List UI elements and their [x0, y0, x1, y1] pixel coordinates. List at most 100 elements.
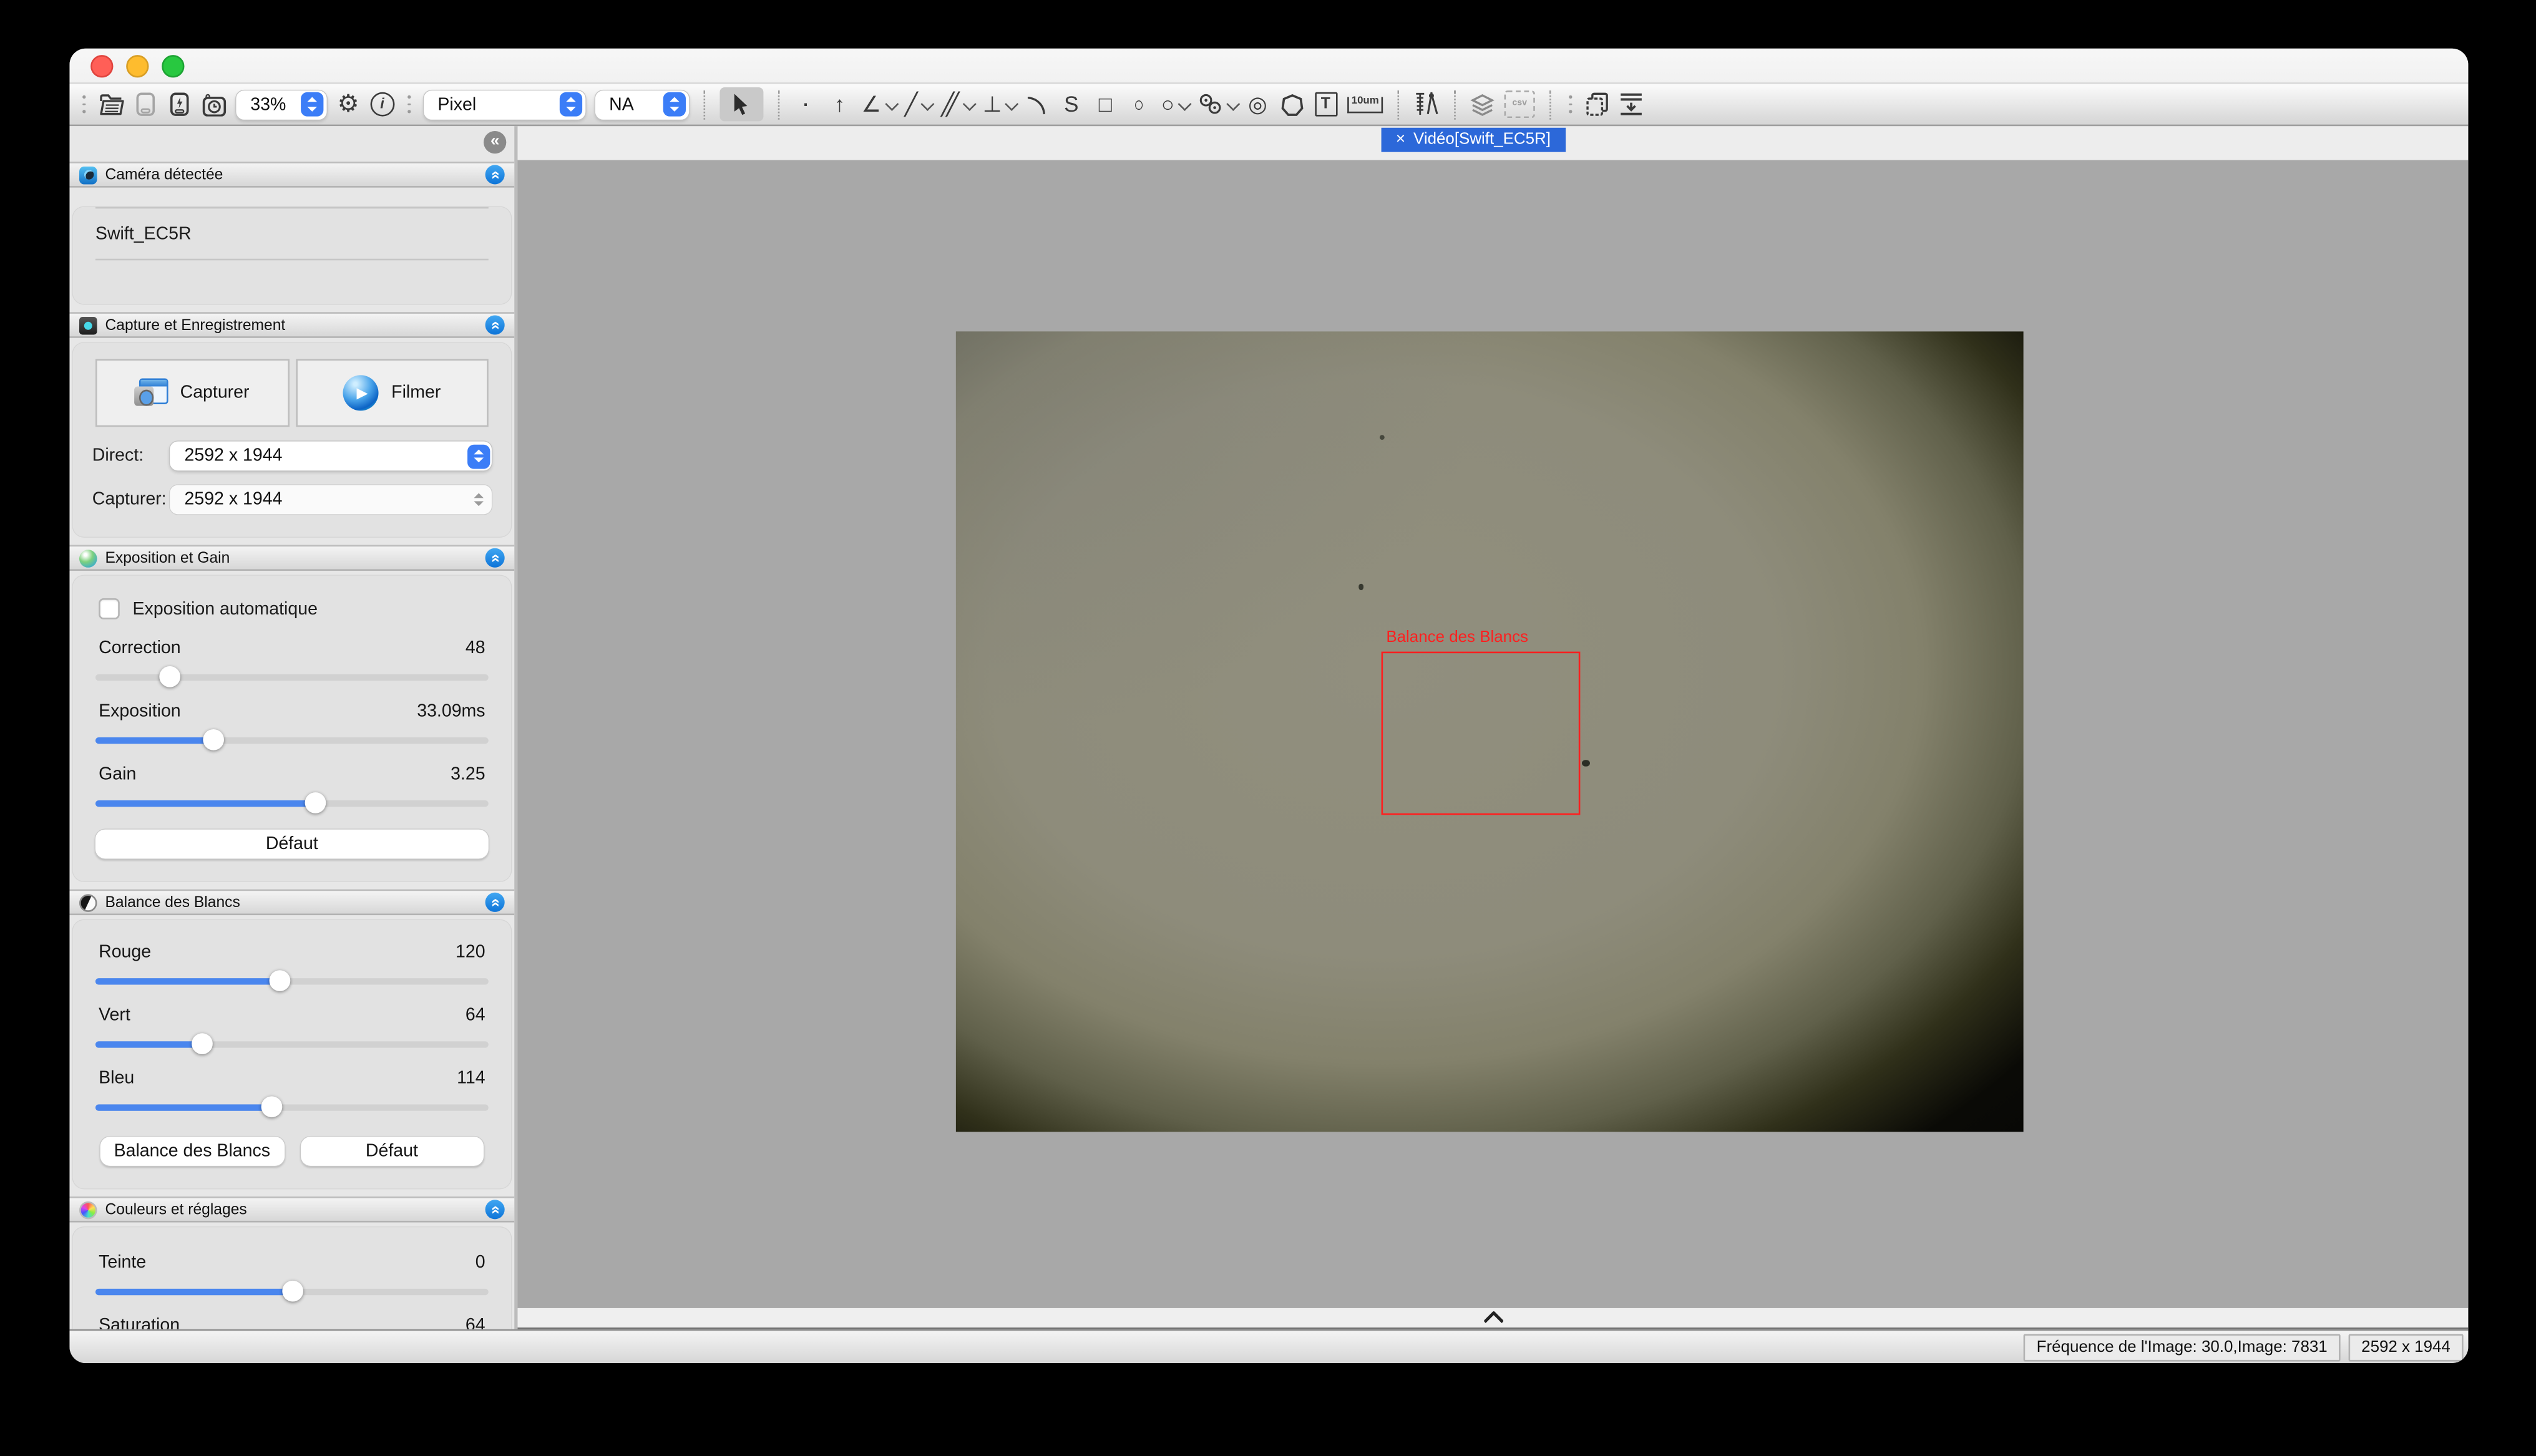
na-stepper[interactable] [663, 92, 686, 117]
capture-button[interactable]: Capturer [95, 359, 289, 427]
gain-slider[interactable] [95, 792, 489, 813]
white-balance-button[interactable]: Balance des Blancs [100, 1137, 284, 1166]
parallel-lines-tool[interactable]: ╱╱ [941, 88, 973, 120]
sidebar-collapse-button[interactable]: « [484, 131, 506, 153]
tab-close-icon[interactable]: × [1396, 132, 1405, 148]
slider-value: 64 [466, 1006, 485, 1025]
correction-slider[interactable] [95, 666, 489, 687]
panel-collapse-button[interactable]: « [485, 893, 505, 912]
ellipse-tool[interactable]: ○ [1127, 88, 1151, 120]
rectangle-tool[interactable]: □ [1093, 88, 1118, 120]
live-resolution-select[interactable]: 2592 x 1944 [170, 442, 492, 471]
slider-knob[interactable] [305, 792, 326, 813]
linked-circles-tool[interactable] [1197, 88, 1236, 120]
exposure-default-button[interactable]: Défaut [95, 830, 489, 859]
panel-header-camera-detectee[interactable]: Caméra détectée « [69, 162, 514, 187]
capture-resolution-select[interactable]: 2592 x 1944 [170, 485, 492, 515]
concentric-circles-tool[interactable]: ◎ [1246, 88, 1270, 120]
slider-knob[interactable] [160, 666, 181, 687]
panel-header-exposition[interactable]: Exposition et Gain « [69, 545, 514, 571]
panel-collapse-button[interactable]: « [485, 548, 505, 568]
duplicate-button[interactable] [1585, 88, 1609, 120]
bottom-panel-toggle[interactable] [517, 1308, 2468, 1329]
panel-collapse-button[interactable]: « [485, 315, 505, 334]
auto-exposure-checkbox[interactable] [99, 598, 120, 619]
statusbar: Fréquence de l'Image: 30.0,Image: 7831 2… [69, 1329, 2468, 1363]
measure-tool[interactable] [1413, 88, 1439, 120]
minimize-window-button[interactable] [126, 54, 149, 77]
slider-knob[interactable] [261, 1096, 283, 1117]
chevron-down-icon [922, 97, 934, 109]
settings-button[interactable]: ⚙ [336, 88, 361, 120]
slider-value: 33.09ms [417, 702, 485, 721]
export-down-icon [1619, 92, 1643, 117]
teinte-slider[interactable] [95, 1281, 489, 1302]
panel-collapse-button[interactable]: « [485, 165, 505, 184]
zoom-stepper[interactable] [301, 92, 324, 117]
white-balance-roi-rect[interactable] [1382, 652, 1581, 815]
na-select[interactable]: NA [595, 90, 688, 119]
slider-knob[interactable] [270, 970, 291, 991]
text-tool[interactable]: T [1314, 88, 1338, 120]
toolbar-separator [1549, 90, 1551, 119]
burst-save-button[interactable] [168, 88, 192, 120]
bleu-slider[interactable] [95, 1096, 489, 1117]
exposure-panel-body: Exposition automatique Correction 48 Exp… [73, 576, 511, 881]
save-button[interactable] [134, 88, 158, 120]
rouge-slider[interactable] [95, 970, 489, 991]
vert-slider[interactable] [95, 1033, 489, 1054]
perpendicular-tool[interactable]: ⊥ [983, 88, 1016, 120]
panel-header-balance-des-blancs[interactable]: Balance des Blancs « [69, 890, 514, 915]
point-icon: · [801, 91, 810, 117]
slider-label: Vert [99, 1006, 130, 1025]
camera-list-item[interactable]: Swift_EC5R [95, 207, 489, 261]
scalebar-tool[interactable]: 10um [1347, 88, 1383, 120]
angle-tool[interactable]: ∠ [861, 88, 894, 120]
merge-export-button[interactable] [1619, 88, 1643, 120]
toolbar-grip [1569, 96, 1572, 113]
slider-knob[interactable] [191, 1033, 212, 1054]
panel-collapse-button[interactable]: « [485, 1200, 505, 1219]
pointer-tool[interactable] [719, 87, 763, 121]
white-balance-roi-label: Balance des Blancs [1386, 629, 1528, 647]
folder-icon [99, 93, 124, 115]
curve-icon: S [1064, 94, 1078, 115]
zoom-select[interactable]: 33% [236, 90, 326, 119]
line-tool[interactable]: ╱ [904, 88, 931, 120]
unit-select[interactable]: Pixel [423, 90, 585, 119]
polygon-tool[interactable] [1279, 88, 1304, 120]
layers-button[interactable] [1470, 88, 1495, 120]
slider-label: Bleu [99, 1069, 134, 1088]
point-tool[interactable]: · [794, 88, 818, 120]
slider-knob[interactable] [203, 729, 224, 750]
arc-tool[interactable] [1025, 88, 1050, 120]
timed-capture-button[interactable] [202, 88, 226, 120]
scalebar-icon: 10um [1347, 96, 1383, 112]
record-button[interactable]: ▶ Filmer [295, 359, 489, 427]
live-resolution-stepper[interactable] [467, 444, 489, 468]
circle-tool[interactable]: ○ [1161, 88, 1188, 120]
toolbar-separator [1454, 90, 1456, 119]
gear-icon: ⚙ [338, 92, 359, 117]
toolbar-separator [778, 90, 779, 119]
exposure-icon [79, 549, 97, 567]
slider-value: 48 [466, 639, 485, 658]
zoom-window-button[interactable] [162, 54, 184, 77]
arrow-tool[interactable]: ↑ [827, 88, 852, 120]
curve-tool[interactable]: S [1059, 88, 1083, 120]
wb-default-button[interactable]: Défaut [300, 1137, 484, 1166]
panel-header-capture[interactable]: Capture et Enregistrement « [69, 312, 514, 337]
slider-knob[interactable] [281, 1281, 303, 1302]
csv-export-button[interactable]: csv [1505, 88, 1535, 120]
unit-stepper[interactable] [560, 92, 582, 117]
copy-icon [1585, 92, 1609, 117]
chevron-down-icon [963, 97, 976, 109]
video-tab[interactable]: × Vidéo[Swift_EC5R] [1382, 128, 1566, 152]
open-folder-button[interactable] [99, 88, 124, 120]
exposition-slider[interactable] [95, 729, 489, 750]
close-window-button[interactable] [90, 54, 113, 77]
webcam-icon [79, 166, 97, 184]
app-window: 33% ⚙ i Pixel NA · ↑ ∠ [69, 49, 2468, 1363]
panel-header-couleurs[interactable]: Couleurs et réglages « [69, 1196, 514, 1222]
info-button[interactable]: i [370, 88, 394, 120]
